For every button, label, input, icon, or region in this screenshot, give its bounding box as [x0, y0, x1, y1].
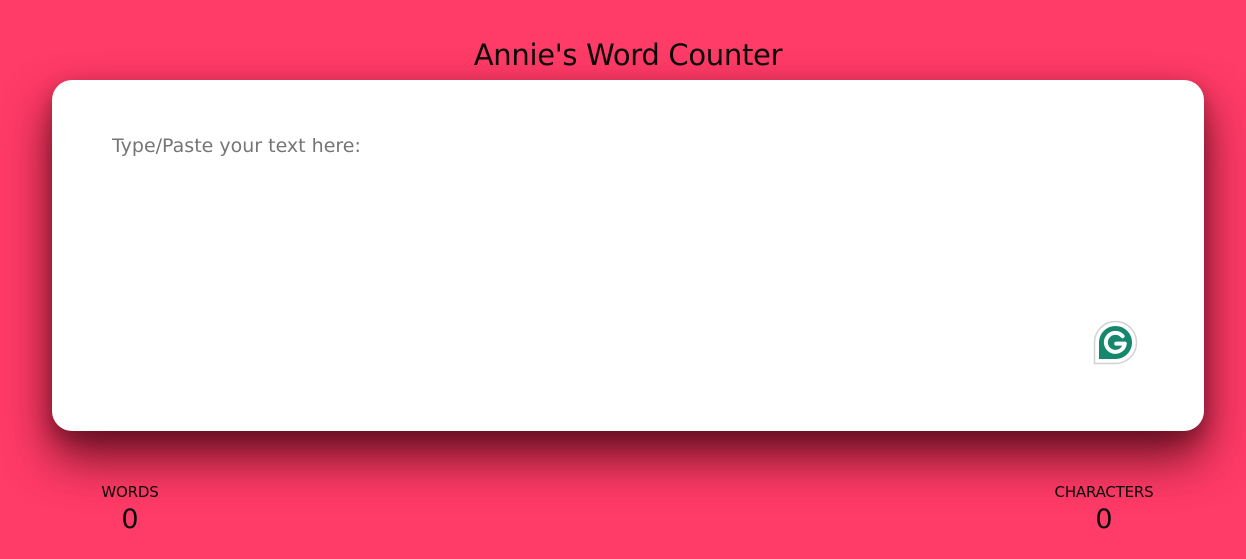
editor-card	[52, 80, 1204, 431]
words-stat: WORDS 0	[90, 483, 170, 535]
words-label: WORDS	[101, 483, 159, 501]
characters-stat: CHARACTERS 0	[1044, 483, 1164, 535]
text-input[interactable]	[112, 135, 1142, 375]
words-count: 0	[121, 504, 139, 535]
characters-label: CHARACTERS	[1054, 483, 1154, 501]
characters-count: 0	[1095, 504, 1113, 535]
page-title: Annie's Word Counter	[473, 38, 783, 72]
grammarly-icon[interactable]	[1093, 320, 1138, 365]
